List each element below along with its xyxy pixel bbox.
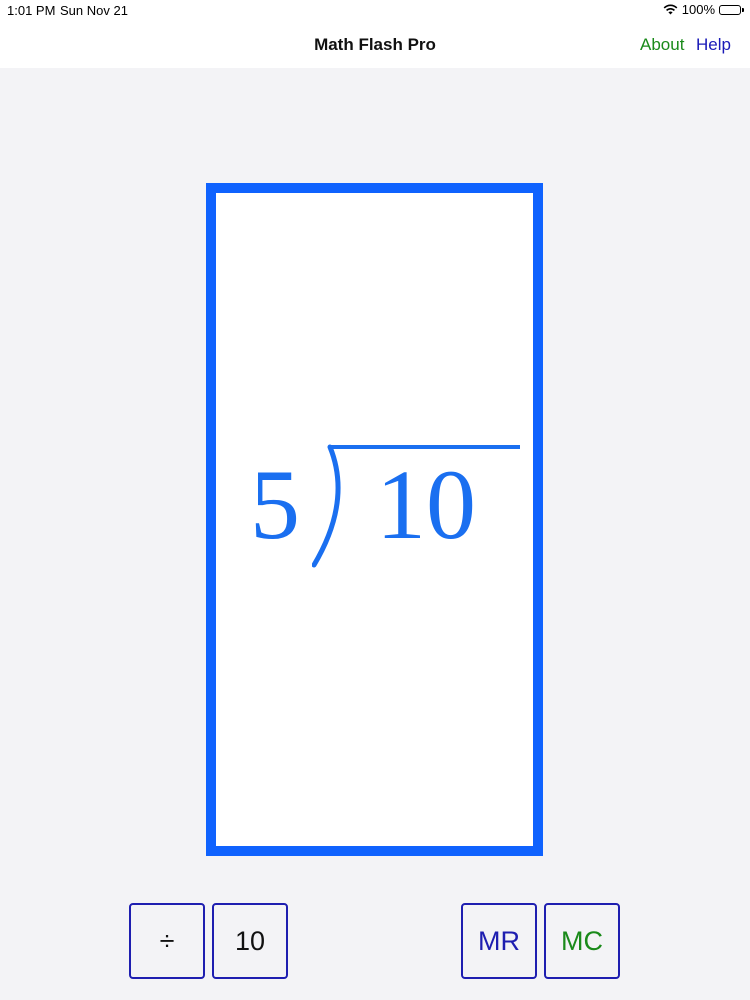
- help-button[interactable]: Help: [696, 35, 731, 55]
- page-title: Math Flash Pro: [314, 35, 436, 54]
- divisor: 5: [250, 449, 300, 560]
- value-key[interactable]: 10: [212, 903, 288, 979]
- division-problem: 5 10: [216, 193, 533, 846]
- status-date: Sun Nov 21: [60, 3, 128, 18]
- status-time: 1:01 PM: [7, 3, 56, 18]
- battery-percent: 100%: [681, 2, 715, 17]
- wifi-icon: [663, 4, 678, 15]
- nav-bar: Math Flash Pro About Help: [0, 22, 750, 68]
- battery-icon: [719, 4, 744, 15]
- flash-card[interactable]: 5 10: [206, 183, 543, 856]
- about-button[interactable]: About: [640, 35, 684, 55]
- operation-key[interactable]: ÷: [129, 903, 205, 979]
- memory-recall-button[interactable]: MR: [461, 903, 537, 979]
- memory-clear-button[interactable]: MC: [544, 903, 620, 979]
- status-bar: 1:01 PM Sun Nov 21 100%: [0, 0, 750, 22]
- dividend: 10: [376, 449, 476, 560]
- status-indicators: 100%: [663, 2, 744, 17]
